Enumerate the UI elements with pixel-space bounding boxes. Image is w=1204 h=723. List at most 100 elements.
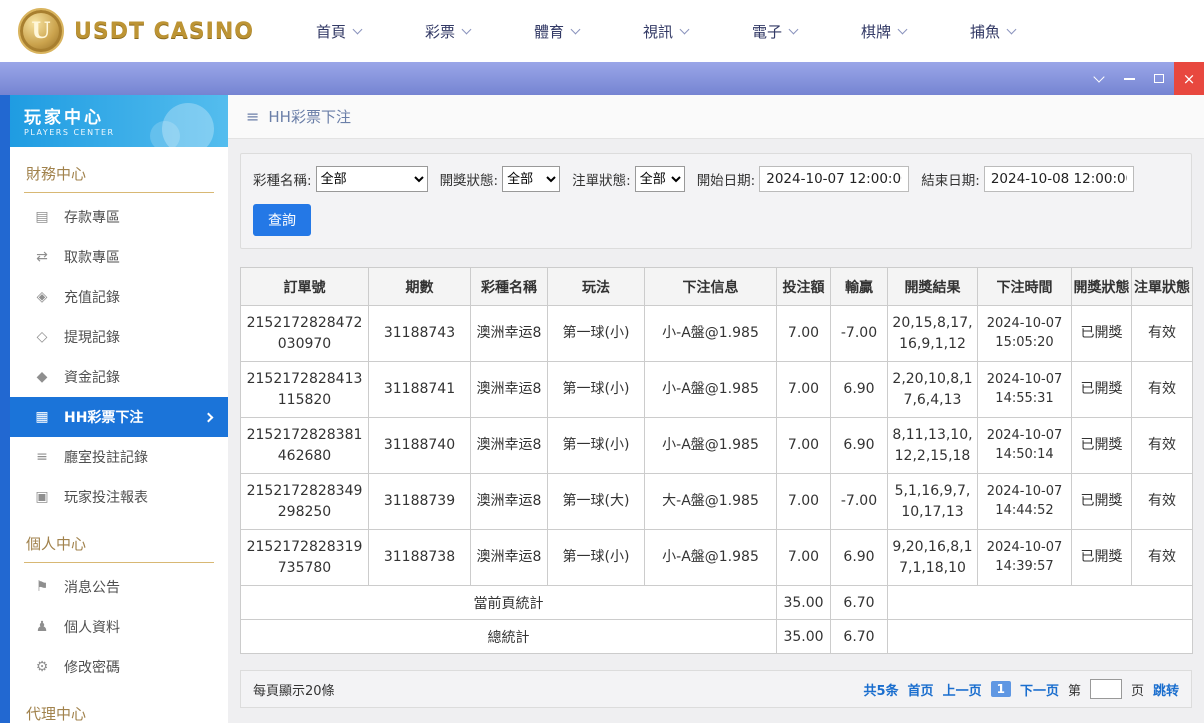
sidebar-subtitle: PLAYERS CENTER <box>24 128 115 137</box>
chevron-right-icon <box>203 412 214 422</box>
cell-lottery-name: 澳洲幸运8 <box>470 361 548 418</box>
nav-item-electronic[interactable]: 電子 <box>752 21 799 42</box>
chevron-down-icon <box>1006 24 1017 34</box>
sidebar-item-withdrawal[interactable]: ⇄ 取款專區 <box>10 237 228 277</box>
close-icon: × <box>1182 69 1196 88</box>
filter-panel: 彩種名稱: 全部 開獎狀態: 全部 注單狀態: 全部 開始日期: 結束日期: 查… <box>240 153 1192 249</box>
cell-bet-amount: 7.00 <box>776 305 831 362</box>
close-button[interactable]: × <box>1174 62 1204 95</box>
sidebar-item-recharge-record[interactable]: ◈ 充值記錄 <box>10 277 228 317</box>
first-page-link[interactable]: 首页 <box>908 680 934 699</box>
sidebar-item-funds-record[interactable]: ◆ 資金記錄 <box>10 357 228 397</box>
sidebar-item-hh-lottery-bet[interactable]: ▦ HH彩票下注 <box>10 397 228 437</box>
grand-total-empty <box>887 619 1193 654</box>
funds-icon: ◆ <box>36 369 48 385</box>
table-header-row: 訂單號 期數 彩種名稱 玩法 下注信息 投注額 輸贏 開獎結果 下注時間 開獎狀… <box>240 267 1193 306</box>
cell-draw-result: 2,20,10,8,17,6,4,13 <box>887 361 978 418</box>
search-button[interactable]: 查詢 <box>253 204 311 236</box>
sidebar-item-deposit[interactable]: ▤ 存款專區 <box>10 197 228 237</box>
cell-play-type: 第一球(大) <box>547 473 645 530</box>
sidebar-item-withdraw-record[interactable]: ◇ 提現記錄 <box>10 317 228 357</box>
cell-order-no: 2152172828319735780 <box>240 529 369 586</box>
pager: 共5条 首页 上一页 1 下一页 第 页 跳转 <box>863 679 1179 699</box>
prev-page-link[interactable]: 上一页 <box>943 680 982 699</box>
cell-play-type: 第一球(小) <box>547 361 645 418</box>
end-date-input[interactable] <box>983 166 1134 192</box>
cell-win-loss: -7.00 <box>830 473 888 530</box>
sidebar-item-player-bet-report[interactable]: ▣ 玩家投注報表 <box>10 477 228 517</box>
nav-item-lottery[interactable]: 彩票 <box>425 21 472 42</box>
chevron-down-icon <box>897 24 908 34</box>
header-win-loss: 輸贏 <box>830 267 888 306</box>
section-agent: 代理中心 <box>24 699 214 723</box>
start-date-input[interactable] <box>759 166 910 192</box>
cell-order-no: 2152172828472030970 <box>240 305 369 362</box>
nav-item-sports[interactable]: 體育 <box>534 21 581 42</box>
cell-draw-status: 已開獎 <box>1071 305 1132 362</box>
breadcrumb: ≡ HH彩票下注 <box>228 95 1204 139</box>
logo[interactable]: U USDT CASINO <box>18 8 254 54</box>
nav-item-fishing[interactable]: 捕魚 <box>970 21 1017 42</box>
table-row: 2152172828472030970 31188743 澳洲幸运8 第一球(小… <box>240 305 1193 362</box>
next-page-link[interactable]: 下一页 <box>1020 680 1059 699</box>
app-frame: 玩家中心 PLAYERS CENTER 財務中心 ▤ 存款專區 ⇄ 取款專區 ◈ 充值… <box>0 95 1204 723</box>
nav-item-video[interactable]: 視訊 <box>643 21 690 42</box>
nav-item-home[interactable]: 首頁 <box>316 21 363 42</box>
sidebar-item-hall-bet-record[interactable]: ≡ 廳室投註記錄 <box>10 437 228 477</box>
table-row: 2152172828349298250 31188739 澳洲幸运8 第一球(大… <box>240 473 1193 530</box>
page-total-empty <box>887 585 1193 620</box>
current-page[interactable]: 1 <box>990 681 1011 697</box>
lottery-name-label: 彩種名稱: <box>253 173 312 189</box>
cell-play-type: 第一球(小) <box>547 305 645 362</box>
header-bet-amount: 投注額 <box>776 267 831 306</box>
minimize-button[interactable] <box>1114 62 1144 95</box>
cell-order-status: 有效 <box>1131 473 1193 530</box>
menu-icon[interactable]: ≡ <box>246 107 259 126</box>
cell-lottery-name: 澳洲幸运8 <box>470 473 548 530</box>
window-menu-button[interactable] <box>1084 62 1114 95</box>
cell-play-type: 第一球(小) <box>547 417 645 474</box>
cell-draw-status: 已開獎 <box>1071 361 1132 418</box>
order-status-select[interactable]: 全部 <box>634 166 685 192</box>
cell-order-status: 有效 <box>1131 529 1193 586</box>
sidebar-item-profile[interactable]: ♟ 個人資料 <box>10 607 228 647</box>
grand-total-bet: 35.00 <box>776 619 831 654</box>
cell-draw-status: 已開獎 <box>1071 473 1132 530</box>
sidebar-item-announcements[interactable]: ⚑ 消息公告 <box>10 567 228 607</box>
chevron-down-icon <box>679 24 690 34</box>
hall-record-icon: ≡ <box>36 449 48 465</box>
table-row: 2152172828381462680 31188740 澳洲幸运8 第一球(小… <box>240 417 1193 474</box>
cell-bet-time: 2024-10-07 14:50:14 <box>977 417 1072 474</box>
cell-bet-info: 小-A盤@1.985 <box>644 305 777 362</box>
page-jump-input[interactable] <box>1089 679 1122 699</box>
cell-win-loss: 6.90 <box>830 417 888 474</box>
cell-draw-result: 9,20,16,8,17,1,18,10 <box>887 529 978 586</box>
header-bet-time: 下注時間 <box>977 267 1072 306</box>
cell-bet-time: 2024-10-07 14:44:52 <box>977 473 1072 530</box>
cell-order-status: 有效 <box>1131 361 1193 418</box>
cell-draw-result: 8,11,13,10,12,2,15,18 <box>887 417 978 474</box>
sidebar-item-change-password[interactable]: ⚙ 修改密碼 <box>10 647 228 687</box>
jump-link[interactable]: 跳转 <box>1153 680 1179 699</box>
end-date-label: 結束日期: <box>921 173 980 189</box>
grand-total-row: 總統計 35.00 6.70 <box>240 619 1193 654</box>
cell-order-no: 2152172828413115820 <box>240 361 369 418</box>
cell-issue: 31188741 <box>368 361 471 418</box>
cell-win-loss: 6.90 <box>830 529 888 586</box>
cell-win-loss: -7.00 <box>830 305 888 362</box>
order-status-label: 注單狀態: <box>572 173 631 189</box>
table-row: 2152172828413115820 31188741 澳洲幸运8 第一球(小… <box>240 361 1193 418</box>
cashout-icon: ◇ <box>36 329 48 345</box>
nav-item-chess[interactable]: 棋牌 <box>861 21 908 42</box>
lottery-name-select[interactable]: 全部 <box>315 166 428 192</box>
cell-draw-result: 20,15,8,17,16,9,1,12 <box>887 305 978 362</box>
logo-text: USDT CASINO <box>74 18 254 44</box>
bet-records-table: 訂單號 期數 彩種名稱 玩法 下注信息 投注額 輸贏 開獎結果 下注時間 開獎狀… <box>240 267 1193 654</box>
per-page-label: 每頁顯示20條 <box>253 683 335 699</box>
cell-draw-status: 已開獎 <box>1071 529 1132 586</box>
total-count: 共5条 <box>863 683 899 699</box>
draw-status-select[interactable]: 全部 <box>502 166 561 192</box>
user-icon: ♟ <box>35 619 49 635</box>
maximize-button[interactable] <box>1144 62 1174 95</box>
header-order-no: 訂單號 <box>240 267 369 306</box>
